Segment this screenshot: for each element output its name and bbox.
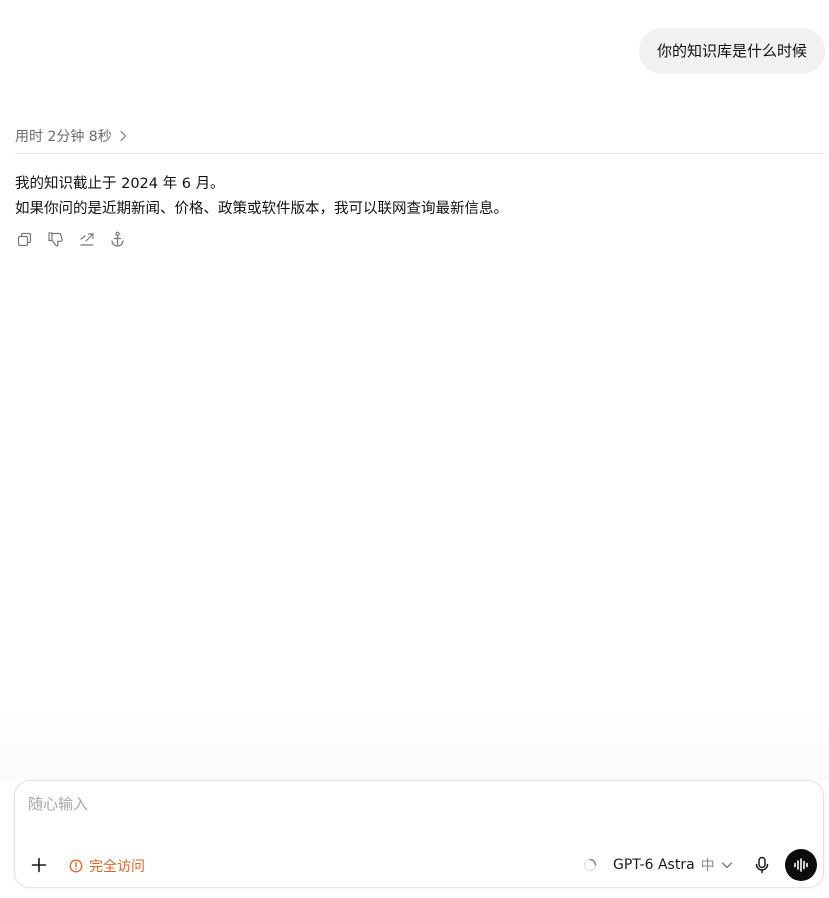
voice-mode-button[interactable]	[785, 849, 817, 881]
user-message-text: 你的知识库是什么时候	[656, 42, 807, 60]
anchor-button[interactable]	[108, 229, 127, 249]
assistant-answer: 我的知识截止于 2024 年 6 月。 如果你问的是近期新闻、价格、政策或软件版…	[15, 172, 508, 222]
chevron-right-icon	[120, 130, 126, 142]
anchor-icon	[111, 231, 124, 247]
thinking-duration-label: 用时 2分钟 8秒	[15, 129, 112, 145]
loading-spinner-icon	[583, 858, 597, 872]
share-button[interactable]	[77, 229, 96, 249]
message-actions	[15, 229, 127, 249]
microphone-icon	[755, 856, 769, 874]
share-icon	[79, 232, 94, 246]
alert-circle-icon	[69, 859, 83, 873]
copy-button[interactable]	[15, 229, 34, 249]
model-name: GPT-6 Astra	[613, 857, 695, 873]
composer-fade	[0, 705, 829, 780]
plus-icon	[31, 857, 47, 873]
chevron-down-icon	[721, 862, 732, 869]
user-message-bubble: 你的知识库是什么时候	[638, 28, 825, 74]
voice-waveform-icon	[794, 858, 808, 872]
full-access-label: 完全访问	[89, 859, 145, 875]
add-attachment-button[interactable]	[29, 855, 49, 875]
answer-line: 如果你问的是近期新闻、价格、政策或软件版本，我可以联网查询最新信息。	[15, 201, 508, 217]
thinking-duration-toggle[interactable]: 用时 2分钟 8秒	[15, 126, 128, 146]
copy-icon	[17, 232, 32, 246]
divider	[15, 153, 825, 154]
thumbs-down-icon	[48, 232, 63, 247]
message-input[interactable]	[28, 795, 788, 813]
model-selector[interactable]: GPT-6 Astra 中	[613, 855, 733, 875]
thumbs-down-button[interactable]	[46, 229, 65, 249]
chat-page: 你的知识库是什么时候 用时 2分钟 8秒 我的知识截止于 2024 年 6 月。…	[0, 0, 829, 898]
answer-line: 我的知识截止于 2024 年 6 月。	[15, 176, 225, 192]
reasoning-effort: 中	[700, 858, 715, 874]
microphone-button[interactable]	[752, 855, 772, 875]
composer: 完全访问 GPT-6 Astra 中	[14, 780, 824, 888]
full-access-button[interactable]: 完全访问	[69, 856, 145, 876]
